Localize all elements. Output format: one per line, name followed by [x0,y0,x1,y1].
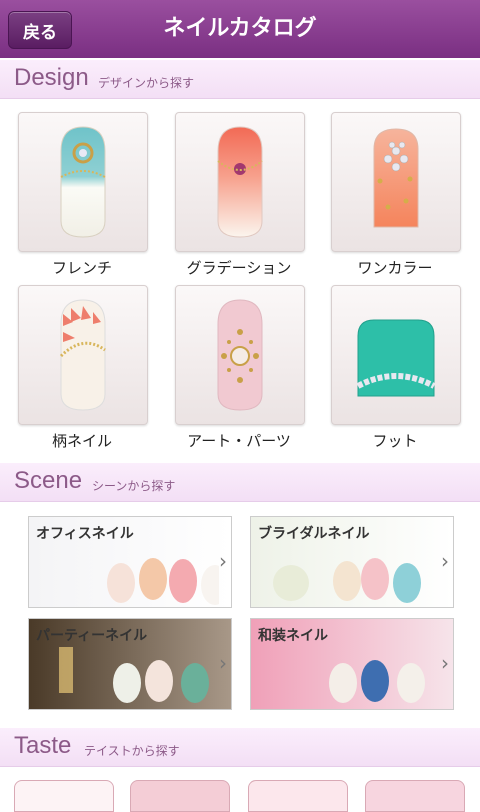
chevron-right-icon: › [441,549,449,573]
onecolor-nail-icon [373,128,419,228]
design-tile-french[interactable] [18,112,148,252]
scene-party[interactable]: パーティーネイル › [28,618,232,710]
design-label-gradation: グラデーション [186,259,292,277]
design-label-pattern: 柄ネイル [51,432,112,450]
bridal-nails-icon [273,558,421,603]
design-label-foot: フット [372,432,418,450]
app-header: ネイルカタログ 戻る [0,0,480,58]
design-tile-art-parts[interactable] [175,285,305,425]
design-title: Design [14,64,89,91]
foot-nail-icon [356,319,436,397]
design-label-onecolor: ワンカラー [357,259,433,277]
scene-bridal[interactable]: ブライダルネイル › [250,516,454,608]
pattern-nail-icon [59,299,106,411]
design-label-french: フレンチ [51,259,112,277]
taste-tile-1[interactable] [14,780,114,812]
design-label-art-parts: アート・パーツ [187,432,291,450]
party-nails-icon [59,647,209,703]
taste-title: Taste [14,732,72,759]
gradation-nail-icon [217,126,263,238]
design-tile-gradation[interactable] [175,112,305,252]
scene-label-bridal: ブライダルネイル [258,526,370,542]
scene-section-header: Scene シーンから探す [0,463,480,502]
taste-tile-2[interactable] [130,780,230,812]
design-tile-pattern[interactable] [18,285,148,425]
taste-tile-4[interactable] [365,780,465,812]
taste-subtitle: テイストから探す [84,744,180,758]
art-parts-nail-icon [217,299,263,411]
french-nail-icon [60,126,106,238]
chevron-right-icon: › [441,651,449,675]
chevron-right-icon: › [219,651,227,675]
scene-office[interactable]: オフィスネイル › [28,516,232,608]
design-section-header: Design デザインから探す [0,60,480,99]
design-subtitle: デザインから探す [98,76,195,90]
kimono-nails-icon [329,660,425,703]
design-tile-onecolor[interactable] [331,112,461,252]
back-button[interactable]: 戻る [8,11,72,49]
scene-subtitle: シーンから探す [92,479,176,493]
scene-label-office: オフィスネイル [36,526,134,542]
design-tile-foot[interactable] [331,285,461,425]
office-nails-icon [107,558,219,605]
scene-label-party: パーティーネイル [36,628,148,644]
scene-kimono[interactable]: 和装ネイル › [250,618,454,710]
taste-section-header: Taste テイストから探す [0,728,480,767]
chevron-right-icon: › [219,549,227,573]
scene-label-kimono: 和装ネイル [258,628,328,644]
taste-tile-3[interactable] [248,780,348,812]
page-title: ネイルカタログ [163,16,317,41]
scene-title: Scene [14,467,83,494]
